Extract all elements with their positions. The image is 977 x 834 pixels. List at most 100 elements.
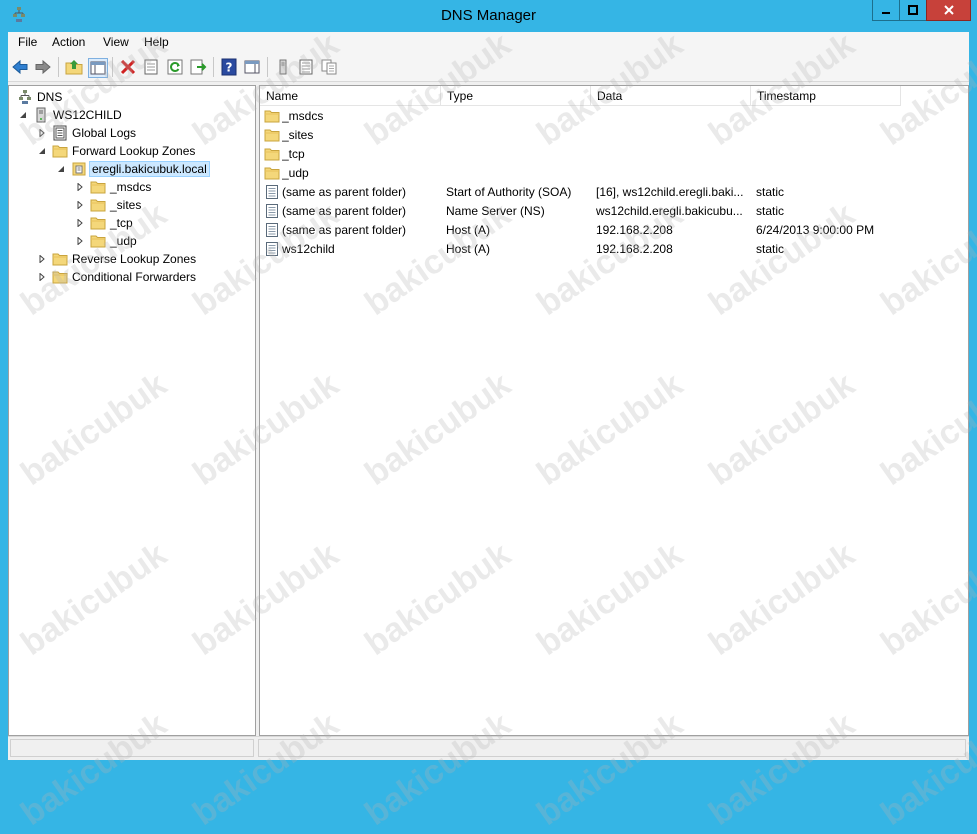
cell-name: _msdcs bbox=[282, 109, 324, 123]
cell-name: _sites bbox=[282, 128, 314, 142]
list-item[interactable]: _udp bbox=[260, 164, 960, 183]
cell-name: (same as parent folder) bbox=[282, 185, 407, 199]
list-item[interactable]: (same as parent folder) Host (A) 192.168.2… bbox=[260, 221, 960, 240]
main-content: DNS WS12CHILD Global Logs Forward Lookup… bbox=[8, 82, 969, 736]
dns-record-icon bbox=[264, 203, 280, 219]
cell-timestamp: static bbox=[756, 242, 785, 256]
tree-item-tcp[interactable]: _tcp bbox=[76, 214, 246, 232]
folder-icon bbox=[52, 251, 68, 267]
list-item[interactable]: (same as parent folder) Name Server (NS) w… bbox=[260, 202, 960, 221]
copy-icon[interactable] bbox=[320, 58, 338, 76]
close-button[interactable] bbox=[926, 0, 971, 21]
tree-label-ws12child: WS12CHILD bbox=[53, 108, 122, 122]
back-icon[interactable] bbox=[11, 58, 29, 76]
maximize-button[interactable] bbox=[899, 0, 927, 21]
show-hide-tree-icon[interactable] bbox=[88, 58, 108, 78]
folder-icon bbox=[264, 108, 280, 124]
cell-timestamp: 6/24/2013 9:00:00 PM bbox=[756, 223, 875, 237]
column-header-data[interactable]: Data bbox=[591, 86, 751, 106]
cell-data: [16], ws12child.eregli.baki... bbox=[596, 185, 744, 199]
new-host-icon[interactable] bbox=[274, 58, 292, 76]
cell-type: Host (A) bbox=[446, 242, 491, 256]
toolbar: ? bbox=[8, 52, 969, 82]
tree-item-eregli-zone[interactable]: eregli.bakicubuk.local bbox=[57, 160, 252, 178]
column-header-name[interactable]: Name bbox=[260, 86, 441, 106]
global-logs-icon bbox=[53, 125, 67, 141]
server-icon bbox=[36, 107, 46, 123]
folder-icon bbox=[264, 127, 280, 143]
forward-icon[interactable] bbox=[34, 58, 52, 76]
tree-label-sites: _sites bbox=[110, 198, 142, 212]
maximize-icon bbox=[908, 5, 918, 15]
expand-arrow-icon[interactable] bbox=[38, 273, 46, 281]
tree-label-global-logs: Global Logs bbox=[72, 126, 137, 140]
delete-icon[interactable] bbox=[119, 58, 137, 76]
folder-icon bbox=[52, 143, 68, 159]
new-record-icon[interactable] bbox=[297, 58, 315, 76]
minimize-button[interactable] bbox=[872, 0, 900, 21]
list-item[interactable]: _msdcs bbox=[260, 107, 960, 126]
show-hide-action-pane-icon[interactable] bbox=[243, 58, 261, 76]
tree-item-reverse-lookup-zones[interactable]: Reverse Lookup Zones bbox=[38, 250, 248, 268]
folder-icon bbox=[90, 233, 106, 249]
list-item[interactable]: _tcp bbox=[260, 145, 960, 164]
tree-item-udp[interactable]: _udp bbox=[76, 232, 246, 250]
tree-item-conditional-forwarders[interactable]: Conditional Forwarders bbox=[38, 268, 248, 286]
expand-arrow-icon[interactable] bbox=[38, 255, 46, 263]
collapse-arrow-icon[interactable] bbox=[57, 165, 65, 173]
folder-icon bbox=[264, 146, 280, 162]
menu-action[interactable]: Action bbox=[52, 35, 85, 49]
tree-item-forward-lookup-zones[interactable]: Forward Lookup Zones bbox=[38, 142, 248, 160]
cell-type: Start of Authority (SOA) bbox=[446, 185, 572, 199]
minimize-icon bbox=[882, 12, 890, 14]
status-bar bbox=[8, 736, 969, 760]
help-icon[interactable]: ? bbox=[220, 58, 238, 76]
expand-arrow-icon[interactable] bbox=[76, 219, 84, 227]
list-item[interactable]: _sites bbox=[260, 126, 960, 145]
dns-manager-window: DNS Manager File Action View Help ? DNS … bbox=[0, 0, 977, 833]
cell-name: (same as parent folder) bbox=[282, 223, 407, 237]
cell-data: ws12child.eregli.bakicubu... bbox=[596, 204, 743, 218]
cell-type: Name Server (NS) bbox=[446, 204, 545, 218]
tree-label-forward-lookup-zones: Forward Lookup Zones bbox=[72, 144, 196, 158]
status-section-left bbox=[10, 739, 254, 757]
menu-help[interactable]: Help bbox=[144, 35, 169, 49]
tree-label-dns: DNS bbox=[37, 90, 63, 104]
menu-view[interactable]: View bbox=[103, 35, 129, 49]
dns-root-icon bbox=[19, 90, 31, 104]
tree-item-sites[interactable]: _sites bbox=[76, 196, 246, 214]
dns-record-icon bbox=[264, 184, 280, 200]
tree-item-ws12child[interactable]: WS12CHILD bbox=[19, 106, 249, 124]
column-header-timestamp[interactable]: Timestamp bbox=[751, 86, 901, 106]
tree-item-global-logs[interactable]: Global Logs bbox=[38, 124, 248, 142]
refresh-icon[interactable] bbox=[166, 58, 184, 76]
expand-arrow-icon[interactable] bbox=[76, 183, 84, 191]
expand-arrow-icon[interactable] bbox=[38, 129, 46, 137]
cell-name: ws12child bbox=[282, 242, 335, 256]
list-item[interactable]: (same as parent folder) Start of Authorit… bbox=[260, 183, 960, 202]
cell-name: _udp bbox=[282, 166, 309, 180]
up-folder-icon[interactable] bbox=[65, 58, 83, 76]
expand-arrow-icon[interactable] bbox=[76, 237, 84, 245]
folder-icon bbox=[90, 197, 106, 213]
menu-bar: File Action View Help bbox=[8, 32, 969, 52]
cell-timestamp: static bbox=[756, 185, 785, 199]
window-title: DNS Manager bbox=[440, 7, 537, 24]
column-header-type[interactable]: Type bbox=[441, 86, 591, 106]
tree-item-msdcs[interactable]: _msdcs bbox=[76, 178, 246, 196]
export-list-icon[interactable] bbox=[189, 58, 207, 76]
results-list-pane[interactable]: Name Type Data Timestamp _msdcs _sites _tc… bbox=[259, 85, 969, 736]
menu-file[interactable]: File bbox=[18, 35, 37, 49]
collapse-arrow-icon[interactable] bbox=[38, 147, 46, 155]
tree-label-eregli-zone: eregli.bakicubuk.local bbox=[89, 161, 210, 177]
title-bar[interactable]: DNS Manager bbox=[0, 0, 977, 32]
collapse-arrow-icon[interactable] bbox=[19, 111, 27, 119]
dns-record-icon bbox=[264, 241, 280, 257]
tree-item-dns[interactable]: DNS bbox=[3, 88, 243, 106]
properties-icon[interactable] bbox=[142, 58, 160, 76]
console-tree-pane[interactable]: DNS WS12CHILD Global Logs Forward Lookup… bbox=[8, 85, 256, 736]
cell-name: (same as parent folder) bbox=[282, 204, 407, 218]
expand-arrow-icon[interactable] bbox=[76, 201, 84, 209]
list-item[interactable]: ws12child Host (A) 192.168.2.208 static bbox=[260, 240, 960, 259]
tree-label-msdcs: _msdcs bbox=[110, 180, 152, 194]
